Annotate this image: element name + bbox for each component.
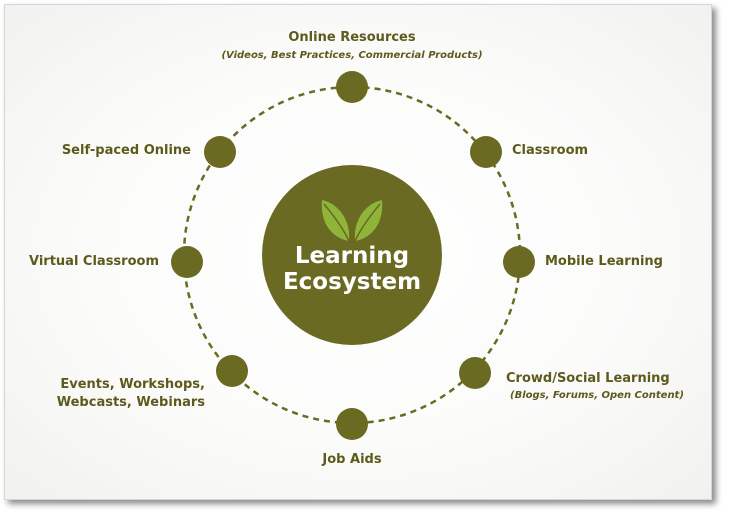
events-label-line2: Webcasts, Webinars [56, 395, 205, 410]
mobile-learning-label: Mobile Learning [545, 254, 663, 269]
node-events [216, 355, 248, 387]
online-resources-sublabel: (Videos, Best Practices, Commercial Prod… [221, 50, 483, 61]
node-crowd-social [459, 357, 491, 389]
center-title: Learning Ecosystem [262, 243, 442, 295]
virtual-classroom-label: Virtual Classroom [29, 254, 159, 269]
self-paced-label: Self-paced Online [61, 143, 191, 158]
node-online-resources [336, 71, 368, 103]
node-classroom [470, 136, 502, 168]
node-virtual-classroom [171, 246, 203, 278]
crowd-social-label: Crowd/Social Learning [506, 371, 670, 386]
online-resources-label: Online Resources [288, 30, 416, 45]
node-mobile-learning [503, 246, 535, 278]
events-label: Events, Workshops, Webcasts, Webinars [40, 376, 205, 412]
center-title-line2: Ecosystem [282, 269, 422, 295]
classroom-label: Classroom [512, 143, 589, 158]
node-self-paced [204, 136, 236, 168]
crowd-social-sublabel: (Blogs, Forums, Open Content) [510, 390, 684, 401]
center-title-line1: Learning [294, 243, 410, 269]
job-aids-label: Job Aids [322, 452, 382, 467]
events-label-line1: Events, Workshops, [60, 377, 205, 392]
node-job-aids [336, 408, 368, 440]
